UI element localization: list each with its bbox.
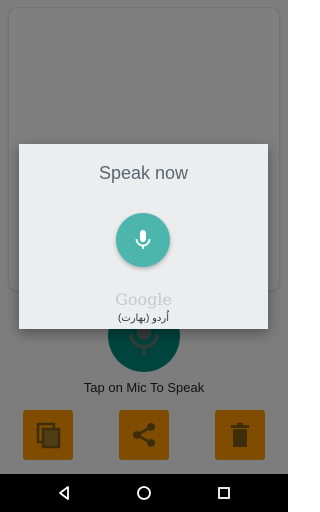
home-icon	[137, 486, 151, 500]
recents-icon	[218, 487, 230, 499]
back-icon	[59, 486, 69, 500]
google-logo: Google	[115, 290, 172, 309]
back-button[interactable]	[54, 483, 74, 503]
dialog-title: Speak now	[98, 163, 189, 183]
home-button[interactable]	[134, 483, 154, 503]
speech-dialog: Speak now Google اُردو (بھارت)	[19, 144, 268, 329]
dialog-mic-button[interactable]	[116, 213, 170, 267]
mic-icon	[135, 230, 151, 249]
language-label: اُردو (بھارت)	[117, 313, 169, 324]
system-navbar	[0, 474, 288, 512]
recents-button[interactable]	[214, 483, 234, 503]
